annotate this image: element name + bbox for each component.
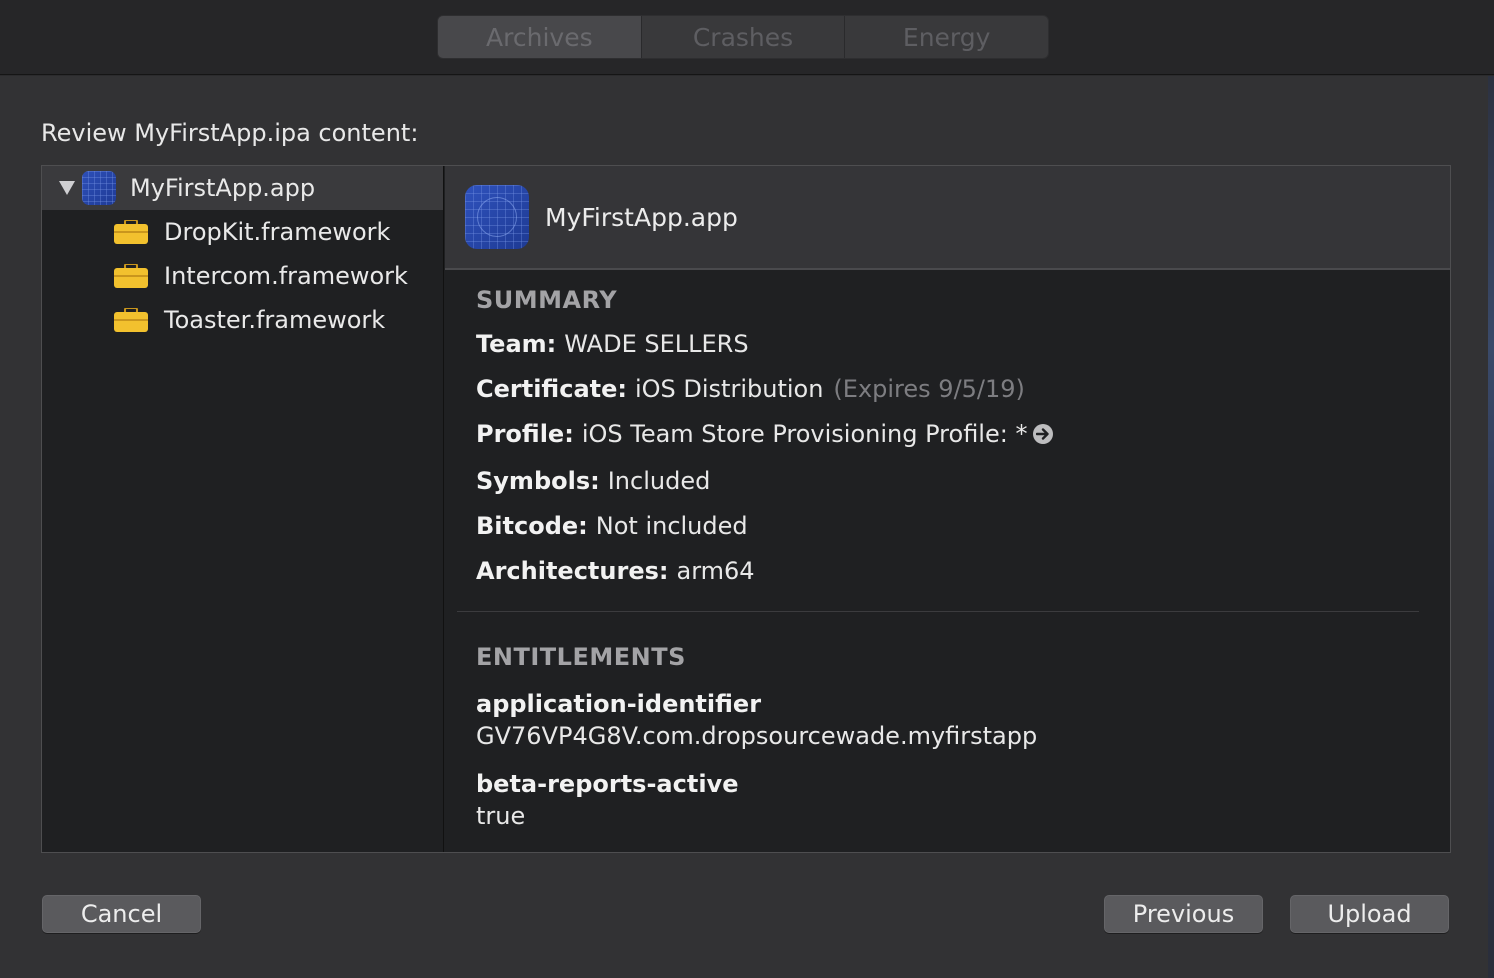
dialog-heading: Review MyFirstApp.ipa content:	[41, 119, 419, 147]
tree-item-label: DropKit.framework	[164, 218, 391, 246]
team-value: WADE SELLERS	[564, 330, 749, 358]
tree-item-label: Toaster.framework	[164, 306, 386, 334]
briefcase-icon	[114, 263, 148, 288]
bitcode-line: Bitcode: Not included	[476, 512, 748, 540]
tree-item-dropkit[interactable]: DropKit.framework	[42, 210, 443, 254]
previous-button[interactable]: Previous	[1104, 895, 1263, 933]
detail-header: MyFirstApp.app	[445, 166, 1450, 270]
file-tree: MyFirstApp.app DropKit.framework Interco…	[42, 166, 444, 852]
detail-title: MyFirstApp.app	[545, 202, 738, 232]
entitlement-value: true	[476, 802, 526, 830]
bitcode-value: Not included	[595, 512, 748, 540]
entitlements-title: ENTITLEMENTS	[476, 643, 686, 671]
profile-value: iOS Team Store Provisioning Profile: *	[581, 420, 1028, 448]
team-label: Team:	[476, 330, 557, 358]
tab-energy[interactable]: Energy	[845, 16, 1048, 58]
arrow-right-circle-icon[interactable]	[1033, 424, 1054, 444]
tree-item-myfirstapp[interactable]: MyFirstApp.app	[42, 166, 443, 210]
briefcase-icon	[114, 307, 148, 332]
bitcode-label: Bitcode:	[476, 512, 588, 540]
tree-item-toaster[interactable]: Toaster.framework	[42, 298, 443, 342]
symbols-label: Symbols:	[476, 467, 600, 495]
profile-line: Profile: iOS Team Store Provisioning Pro…	[476, 420, 1054, 448]
window-edge	[1488, 76, 1494, 978]
symbols-value: Included	[607, 467, 711, 495]
detail-panel: MyFirstApp.app SUMMARY Team: WADE SELLER…	[445, 166, 1450, 852]
tab-crashes[interactable]: Crashes	[642, 16, 846, 58]
briefcase-icon	[114, 219, 148, 244]
upload-button[interactable]: Upload	[1290, 895, 1449, 933]
certificate-value: iOS Distribution	[634, 375, 824, 403]
architectures-line: Architectures: arm64	[476, 557, 755, 585]
team-line: Team: WADE SELLERS	[476, 330, 749, 358]
app-icon	[465, 185, 529, 249]
certificate-line: Certificate: iOS Distribution (Expires 9…	[476, 375, 1025, 403]
cancel-button[interactable]: Cancel	[42, 895, 201, 933]
app-icon	[82, 171, 116, 205]
architectures-label: Architectures:	[476, 557, 669, 585]
summary-title: SUMMARY	[476, 286, 618, 314]
tree-item-label: Intercom.framework	[164, 262, 408, 290]
section-divider	[457, 611, 1419, 612]
entitlement-value: GV76VP4G8V.com.dropsourcewade.myfirstapp	[476, 722, 1038, 750]
certificate-label: Certificate:	[476, 375, 627, 403]
content-panel: MyFirstApp.app DropKit.framework Interco…	[41, 165, 1451, 853]
profile-label: Profile:	[476, 420, 574, 448]
symbols-line: Symbols: Included	[476, 467, 710, 495]
segmented-control: Archives Crashes Energy	[437, 15, 1049, 59]
toolbar: Archives Crashes Energy	[0, 0, 1494, 75]
tab-archives[interactable]: Archives	[438, 16, 642, 58]
disclosure-triangle-icon[interactable]	[58, 180, 76, 196]
certificate-expiry: (Expires 9/5/19)	[833, 375, 1025, 403]
tree-item-intercom[interactable]: Intercom.framework	[42, 254, 443, 298]
entitlement-key: application-identifier	[476, 690, 762, 718]
architectures-value: arm64	[676, 557, 755, 585]
entitlement-key: beta-reports-active	[476, 770, 739, 798]
tree-item-label: MyFirstApp.app	[130, 174, 316, 202]
